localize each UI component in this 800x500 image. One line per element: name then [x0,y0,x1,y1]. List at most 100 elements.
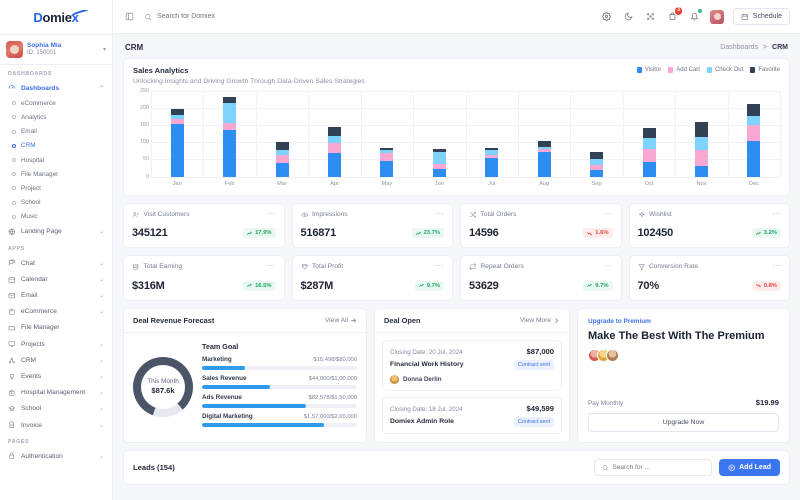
bell-icon [691,13,699,21]
chevron-icon[interactable]: ⌃ [99,85,104,92]
stat-menu-button[interactable]: ⋯ [773,210,782,218]
avatar [606,348,619,362]
chevron-icon[interactable]: ⌄ [99,276,104,283]
bar-column-jan[interactable] [151,91,203,177]
sidebar-item-label: School [21,199,41,207]
sidebar-item-invoice[interactable]: Invoice ⌄ [0,417,112,433]
x-axis-tick: Sep [591,180,602,187]
chevron-icon[interactable]: ⌄ [99,357,104,364]
legend-item-favorite[interactable]: Favorite [750,67,780,73]
bar-column-dec[interactable] [728,91,780,177]
stat-menu-button[interactable]: ⋯ [604,262,613,270]
sidebar-item-chat[interactable]: Chat ⌄ [0,255,112,271]
sidebar-subitem-ecommerce[interactable]: eCommerce [0,96,112,110]
stat-menu-button[interactable]: ⋯ [267,210,276,218]
chevron-icon[interactable]: ⌄ [99,453,104,460]
sidebar-item-landing-page[interactable]: Landing Page ⌄ [0,224,112,240]
add-lead-button[interactable]: Add Lead [718,458,780,476]
sidebar-subitem-email[interactable]: Email [0,125,112,139]
deal-revenue-title: Deal Revenue Forecast [133,315,215,325]
chevron-icon[interactable]: ⌄ [99,260,104,267]
dark-mode-button[interactable] [622,10,635,23]
sidebar-item-calendar[interactable]: Calendar ⌄ [0,271,112,287]
search-input[interactable] [157,13,307,20]
chevron-icon[interactable]: ⌄ [99,292,104,299]
chart-legend: Visitor Add Cart Check Out Favorite [636,67,780,73]
chevron-icon[interactable]: ⌄ [99,405,104,412]
bar-column-nov[interactable] [675,91,727,177]
sidebar-subitem-file-manager[interactable]: File Manager [0,167,112,181]
bar-column-sep[interactable] [570,91,622,177]
stat-menu-button[interactable]: ⋯ [436,262,445,270]
chevron-icon[interactable]: ⌄ [99,389,104,396]
legend-item-check-out[interactable]: Check Out [706,67,743,73]
sidebar-subitem-analytics[interactable]: Analytics [0,110,112,124]
schedule-button[interactable]: Schedule [733,8,790,25]
stat-menu-button[interactable]: ⋯ [267,262,276,270]
deal-open-card: Deal Open View More Closing Date: 20 Jul… [374,307,570,443]
legend-item-add-cart[interactable]: Add Cart [668,67,700,73]
coins-icon [133,263,139,270]
sidebar-item-ecommerce[interactable]: eCommerce ⌄ [0,304,112,320]
chevron-icon[interactable]: ⌄ [99,308,104,315]
goal-progress-track [202,403,357,408]
legend-swatch [668,67,674,73]
chevron-icon[interactable]: ⌄ [99,422,104,429]
premium-kicker: Upgrade to Premium [588,317,651,325]
sidebar-item-projects[interactable]: Projects ⌄ [0,336,112,352]
view-all-link[interactable]: View All [325,317,357,324]
sidebar-item-school[interactable]: School ⌄ [0,401,112,417]
stat-delta-badge: 23.7% [411,228,444,238]
apps-grid-button[interactable] [644,10,657,23]
chevron-down-icon[interactable]: ▾ [103,46,106,53]
bar-column-mar[interactable] [256,91,308,177]
bar-column-oct[interactable] [623,91,675,177]
stat-menu-button[interactable]: ⋯ [436,210,445,218]
goal-amount: $1,57,000/$2,00,000 [303,413,357,420]
chevron-icon[interactable]: ⌄ [99,341,104,348]
view-more-link[interactable]: View More [520,317,560,324]
app-logo[interactable]: Domiex [0,0,112,34]
stat-menu-button[interactable]: ⋯ [773,262,782,270]
deal-amount: $87,000 [526,346,554,356]
chevron-icon[interactable]: ⌄ [99,228,104,235]
bar-column-jun[interactable] [413,91,465,177]
sidebar-item-crm[interactable]: CRM ⌄ [0,352,112,368]
sidebar-item-email[interactable]: Email ⌄ [0,287,112,303]
bar-segment-add-cart [380,152,394,162]
sidebar-subitem-crm[interactable]: CRM [0,139,112,153]
bar-column-jul[interactable] [466,91,518,177]
settings-gear-button[interactable] [600,10,613,23]
sidebar-subitem-hospital[interactable]: Hospital [0,153,112,167]
sidebar-item-file-manager[interactable]: File Manager [0,320,112,336]
deal-item[interactable]: Closing Date: 20 Jul, 2024 $87,000 Financi… [382,339,562,391]
upgrade-now-button[interactable]: Upgrade Now [588,412,779,432]
deal-item[interactable]: Closing Date: 18 Jul, 2024 $49,599 Domiex … [382,396,562,434]
bar-column-may[interactable] [361,91,413,177]
notifications-button[interactable] [688,9,703,23]
leads-search-input[interactable] [612,463,704,471]
sidebar-toggle-button[interactable] [123,10,136,23]
sidebar-item-dashboards[interactable]: Dashboards ⌃ [0,80,112,96]
stat-menu-button[interactable]: ⋯ [604,210,613,218]
bar-column-aug[interactable] [518,91,570,177]
cart-button[interactable]: 3 [666,7,683,23]
leads-search[interactable] [593,458,712,476]
chart-subtitle: Unlocking Insights and Driving Growth Th… [133,77,365,85]
breadcrumb-root[interactable]: Dashboards [720,44,758,51]
sidebar-profile[interactable]: Sophia Mia ID: 150001 ▾ [0,35,112,64]
sidebar-item-events[interactable]: Events ⌄ [0,368,112,384]
view-all-label: View All [325,316,348,324]
chevron-icon[interactable]: ⌄ [99,373,104,380]
sidebar-subitem-project[interactable]: Project [0,181,112,195]
bar-column-apr[interactable] [308,91,360,177]
global-search[interactable] [144,13,307,21]
legend-item-visitor[interactable]: Visitor [636,67,661,73]
bar-column-feb[interactable] [203,91,255,177]
sidebar-subitem-music[interactable]: Music [0,210,112,224]
sidebar-subitem-school[interactable]: School [0,196,112,210]
view-more-label: View More [519,316,551,324]
sidebar-item-hospital-management[interactable]: Hospital Management ⌄ [0,385,112,401]
sidebar-item-authentication[interactable]: Authentication ⌄ [0,448,112,464]
user-avatar-button[interactable] [710,9,725,24]
